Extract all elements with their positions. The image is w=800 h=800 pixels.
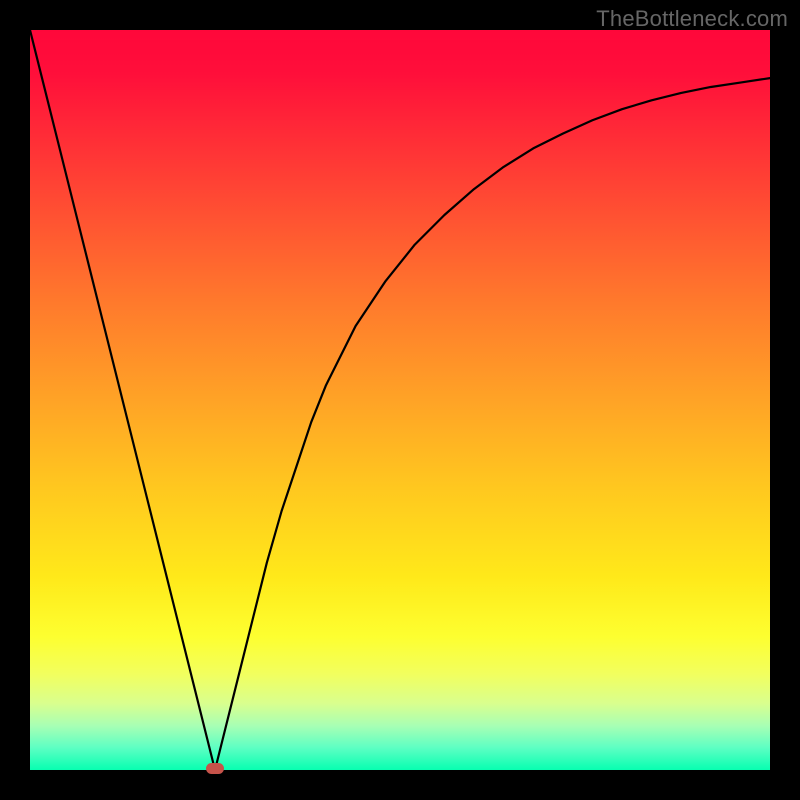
attribution-label: TheBottleneck.com [596, 6, 788, 32]
plot-area [30, 30, 770, 770]
chart-frame: TheBottleneck.com [0, 0, 800, 800]
minimum-marker [206, 763, 224, 774]
bottleneck-curve [30, 30, 770, 770]
